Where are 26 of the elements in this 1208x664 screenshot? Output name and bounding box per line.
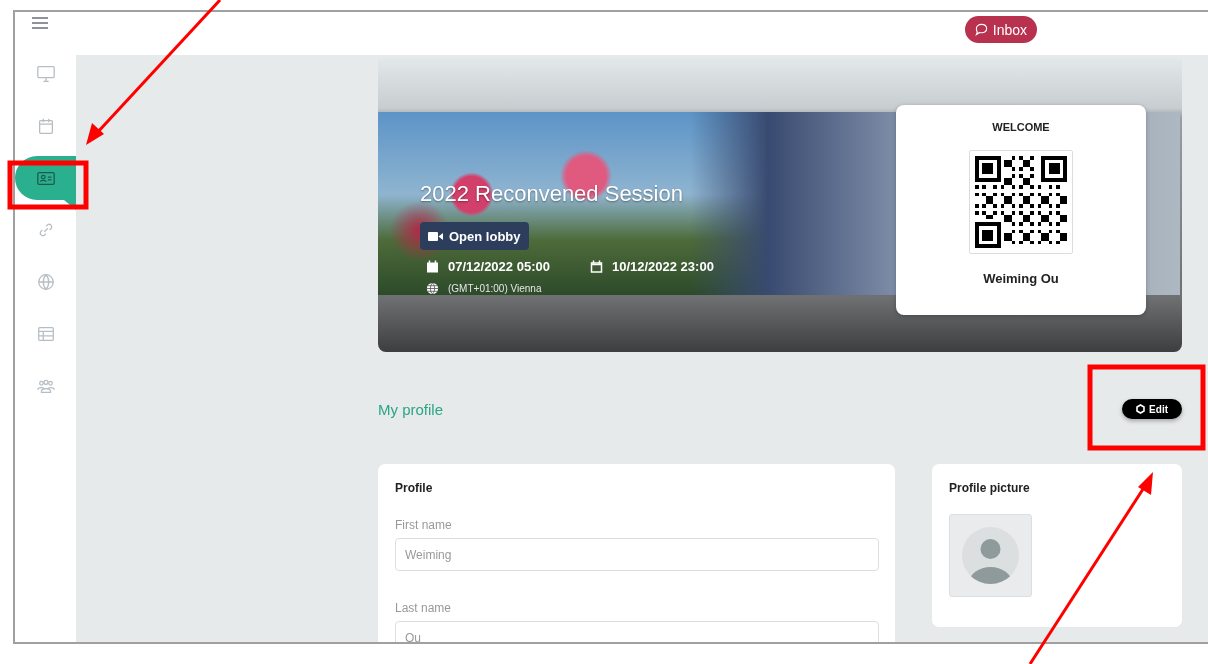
section-heading: My profile: [378, 400, 444, 418]
chat-bubble-icon: [974, 23, 988, 36]
start-date: 07/12/2022 05:00: [448, 259, 550, 274]
user-name: Weiming Ou: [983, 271, 1059, 286]
calendar-icon: [426, 260, 439, 273]
inbox-button[interactable]: Inbox: [964, 16, 1037, 43]
globe-icon: [35, 272, 56, 292]
welcome-heading: WELCOME: [992, 121, 1050, 133]
menu-icon[interactable]: [31, 15, 49, 31]
globe-icon: [426, 282, 439, 295]
table-icon: [35, 324, 56, 344]
hexagon-icon: [1136, 404, 1146, 414]
field-label: Last name: [395, 601, 453, 615]
open-lobby-button[interactable]: Open lobby: [420, 222, 529, 250]
end-date: 10/12/2022 23:00: [611, 259, 714, 274]
edit-button[interactable]: Edit: [1122, 399, 1182, 419]
timezone-label: (GMT+01:00) Vienna: [448, 283, 542, 294]
monitor-icon: [35, 64, 56, 84]
calendar-icon: [589, 260, 603, 273]
input-field[interactable]: Ou: [395, 621, 879, 642]
avatar-icon: [962, 527, 1019, 584]
video-camera-icon: [428, 230, 443, 242]
field-label: First name: [395, 518, 453, 532]
card-title: Profile: [395, 481, 434, 495]
card-title: Profile picture: [949, 481, 1031, 495]
input-field[interactable]: Weiming: [395, 538, 879, 571]
